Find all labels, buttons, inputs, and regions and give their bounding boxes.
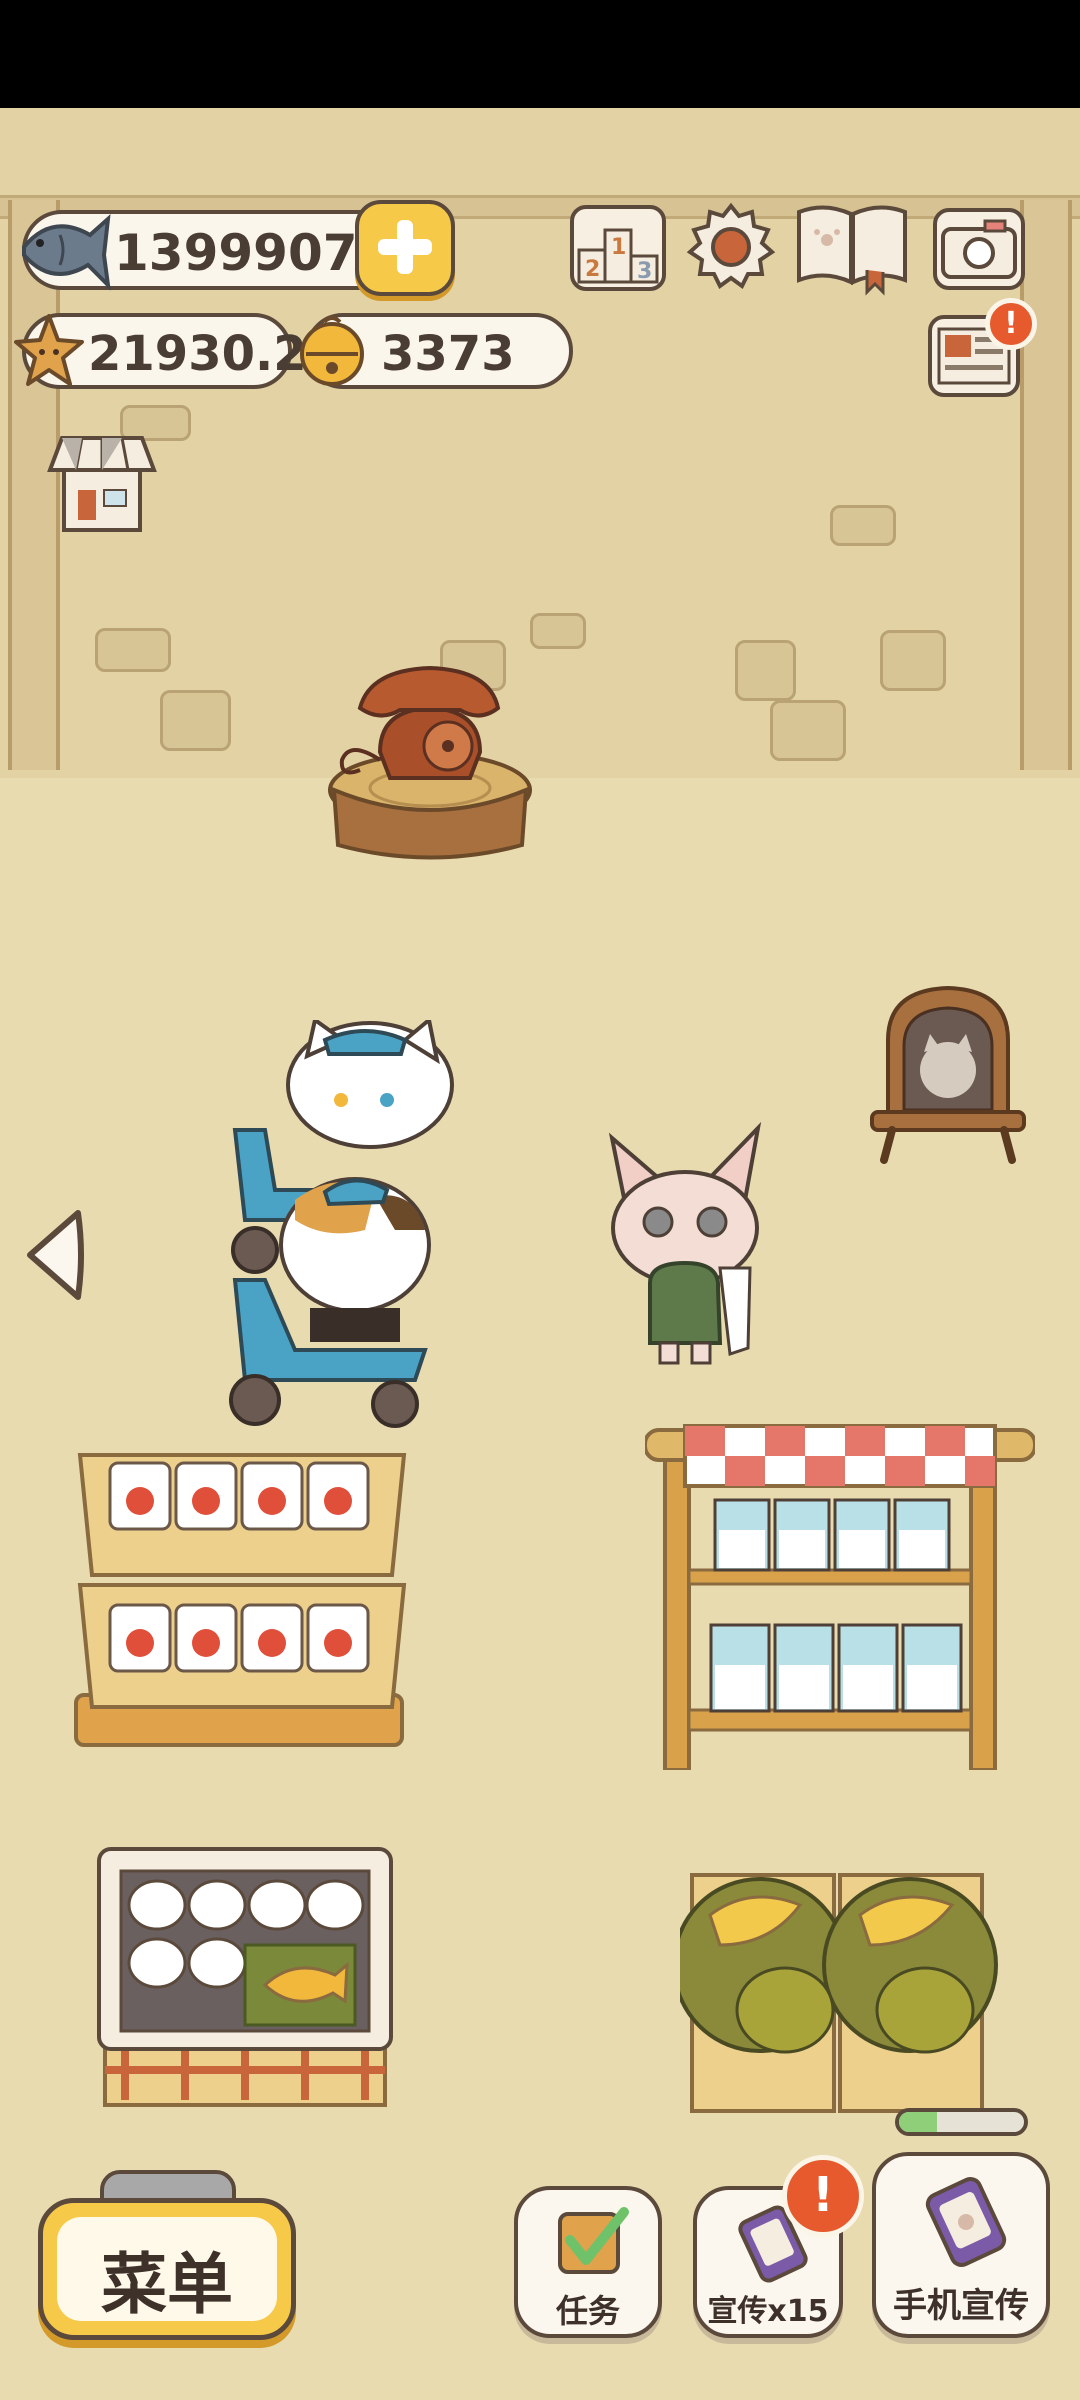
telephone-stand[interactable]	[320, 660, 540, 880]
gear-icon	[686, 202, 776, 290]
tasks-button[interactable]: 任务	[514, 2186, 662, 2338]
news-alert-badge: !	[985, 298, 1037, 350]
navigate-left-button[interactable]	[20, 1205, 90, 1305]
add-currency-button[interactable]	[355, 200, 455, 296]
taiyaki-display-case[interactable]	[95, 1845, 395, 2110]
tasks-button-label: 任务	[555, 2292, 620, 2330]
promo-button-label: 宣传x15	[707, 2294, 829, 2329]
guide-book-button[interactable]	[793, 200, 911, 296]
wall-stone	[530, 613, 586, 649]
fish-currency-value: 1399907	[114, 224, 358, 282]
promo-progress-fill	[899, 2112, 937, 2132]
fruit-crates[interactable]	[672, 1855, 1000, 2115]
status-bar	[0, 0, 1080, 108]
phone-promo-button[interactable]: 手机宣传	[872, 2152, 1050, 2338]
phone-promo-button-label: 手机宣传	[893, 2286, 1029, 2326]
svg-text:2: 2	[585, 257, 600, 282]
wall-stone	[880, 630, 946, 691]
wall-stone	[830, 505, 896, 546]
ranking-podium-icon: 2 1 3	[577, 228, 659, 284]
cat-signboard[interactable]	[868, 980, 1028, 1170]
waiter-cat[interactable]	[600, 1118, 770, 1368]
delivery-cats-on-scooters[interactable]	[215, 1016, 455, 1440]
bell-currency-value: 3373	[381, 326, 515, 382]
shop-icon	[47, 436, 157, 532]
wall-stone	[770, 700, 846, 761]
promo-progress-bar	[895, 2108, 1028, 2136]
camera-icon	[941, 219, 1017, 279]
smartphone-icon	[925, 2177, 1007, 2267]
settings-button[interactable]	[684, 200, 778, 294]
promo-alert-badge: !	[782, 2155, 864, 2237]
chevron-left-icon	[27, 1210, 84, 1300]
fish-icon	[12, 205, 112, 295]
menu-button[interactable]: 菜单	[38, 2198, 296, 2340]
svg-text:1: 1	[611, 235, 626, 260]
milk-cart[interactable]	[643, 1420, 1037, 1772]
star-icon	[14, 312, 84, 388]
ranking-button[interactable]: 2 1 3	[570, 205, 666, 291]
shop-button[interactable]	[42, 430, 162, 535]
menu-button-label: 菜单	[101, 2246, 233, 2323]
camera-button[interactable]	[933, 208, 1025, 290]
wall-stone	[735, 640, 796, 701]
wall-post-right	[1020, 200, 1072, 770]
star-currency-value: 21930.2	[88, 326, 307, 382]
wall-stone	[95, 628, 171, 672]
checkbox-icon	[558, 2207, 629, 2274]
open-book-icon	[797, 205, 907, 296]
jam-basket-shelf[interactable]	[72, 1435, 412, 1765]
wall-stone	[160, 690, 231, 751]
plus-icon	[378, 220, 432, 274]
bell-icon	[294, 314, 370, 390]
svg-text:3: 3	[637, 259, 652, 284]
